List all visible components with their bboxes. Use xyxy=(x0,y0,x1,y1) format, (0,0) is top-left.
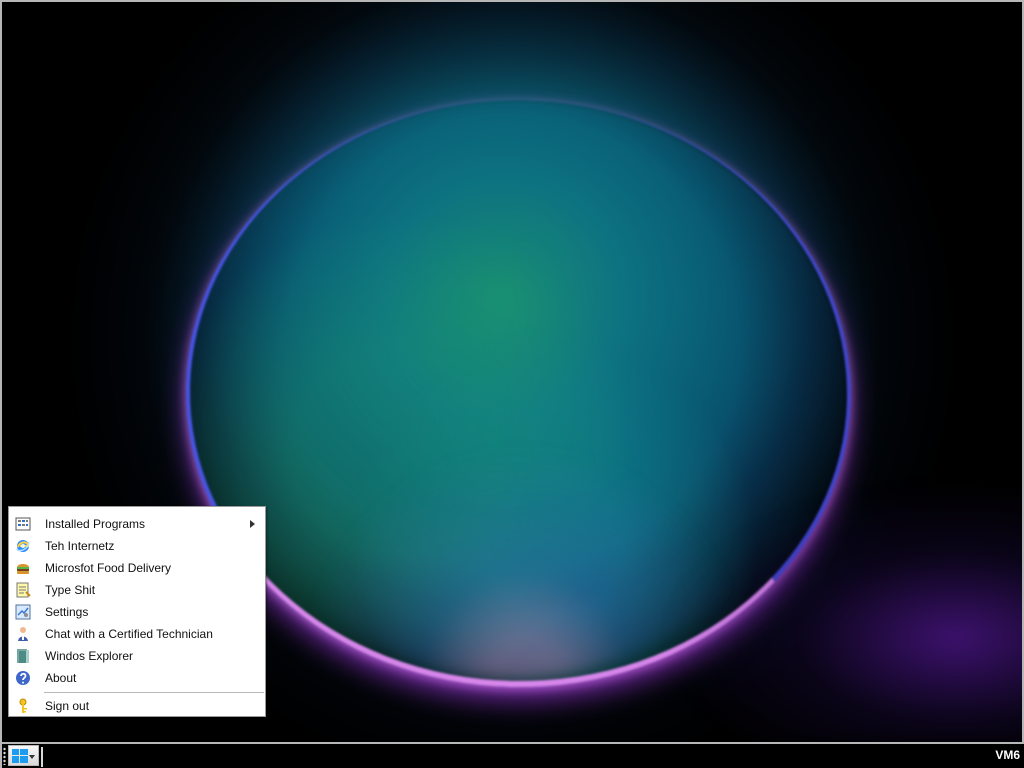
help-icon xyxy=(16,671,30,685)
taskbar-handle[interactable] xyxy=(41,747,43,767)
menu-label-windos-explorer: Windos Explorer xyxy=(45,649,134,663)
menu-item-installed-programs[interactable]: Installed Programs xyxy=(10,513,264,535)
menu-item-chat-technician[interactable]: Chat with a Certified Technician xyxy=(10,623,264,645)
menu-label-chat-technician: Chat with a Certified Technician xyxy=(45,627,213,641)
internet-explorer-icon xyxy=(15,540,30,552)
programs-grid-icon xyxy=(15,517,31,531)
screen-left-edge xyxy=(0,742,2,768)
windows-logo-icon xyxy=(12,749,28,763)
menu-label-settings: Settings xyxy=(45,605,89,619)
chevron-down-icon xyxy=(29,755,35,759)
menu-item-sign-out[interactable]: Sign out xyxy=(10,695,264,717)
start-button[interactable] xyxy=(8,745,39,766)
settings-icon xyxy=(15,604,31,620)
menu-label-food-delivery: Microsfot Food Delivery xyxy=(45,561,172,575)
menu-label-type-shit: Type Shit xyxy=(45,583,96,597)
menu-item-teh-internetz[interactable]: Teh Internetz xyxy=(10,535,264,557)
technician-icon xyxy=(18,627,28,641)
menu-label-installed-programs: Installed Programs xyxy=(45,517,146,531)
notepad-icon xyxy=(16,582,31,598)
submenu-arrow-icon xyxy=(250,520,255,528)
key-icon xyxy=(19,698,27,713)
menu-item-about[interactable]: About xyxy=(10,667,264,689)
wallpaper-violet-haze xyxy=(662,482,1022,742)
menu-label-sign-out: Sign out xyxy=(45,699,90,713)
menu-item-type-shit[interactable]: Type Shit xyxy=(10,579,264,601)
menu-item-windos-explorer[interactable]: Windos Explorer xyxy=(10,645,264,667)
menu-label-about: About xyxy=(45,671,77,685)
menu-separator xyxy=(44,692,264,693)
desktop-screen: Installed Programs Teh Internetz Microsf… xyxy=(0,0,1024,768)
start-menu: Installed Programs Teh Internetz Microsf… xyxy=(8,506,266,717)
menu-item-settings[interactable]: Settings xyxy=(10,601,264,623)
menu-label-teh-internetz: Teh Internetz xyxy=(45,539,115,553)
burger-icon xyxy=(17,564,29,574)
taskbar: VM6 xyxy=(0,742,1024,768)
taskbar-grip[interactable] xyxy=(3,747,6,765)
system-label: VM6 xyxy=(995,748,1020,762)
explorer-icon xyxy=(17,649,29,663)
menu-item-food-delivery[interactable]: Microsfot Food Delivery xyxy=(10,557,264,579)
